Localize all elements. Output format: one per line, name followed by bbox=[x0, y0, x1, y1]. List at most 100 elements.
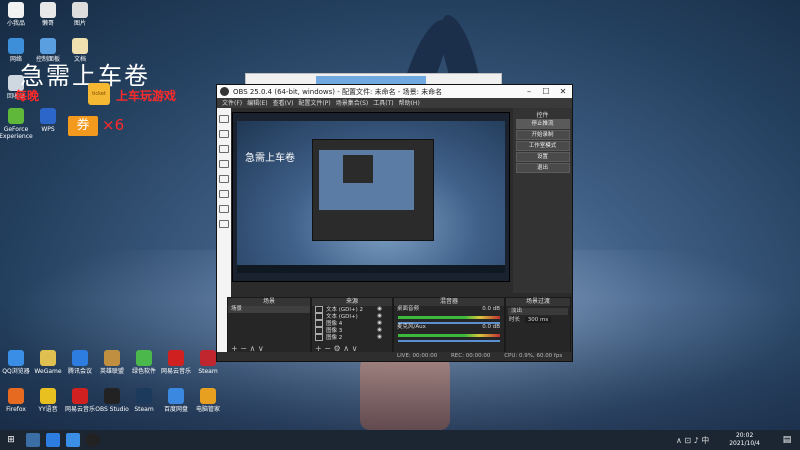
sidebar-icon[interactable] bbox=[219, 145, 229, 153]
source-type-icon bbox=[315, 320, 323, 327]
app-icon bbox=[72, 38, 88, 54]
preview-taskbar bbox=[237, 265, 505, 273]
clock-time: 20:02 bbox=[735, 432, 754, 439]
obs-status-bar: LIVE: 00:00:00 REC: 00:00:00 CPU: 0.9%, … bbox=[217, 352, 572, 361]
eye-icon[interactable]: ◉ bbox=[377, 306, 382, 313]
source-item[interactable]: 文本 (GDI+) 2 ◉ bbox=[312, 306, 392, 313]
desktop-icon-label: WPS bbox=[41, 126, 55, 133]
menu-item[interactable]: 编辑(E) bbox=[247, 99, 267, 109]
status-rec: REC: 00:00:00 bbox=[450, 353, 491, 359]
source-item[interactable]: 图像 3 ◉ bbox=[312, 327, 392, 334]
overlay-right-red: 上车玩游戏 bbox=[116, 89, 177, 103]
app-icon bbox=[136, 388, 152, 404]
app-icon bbox=[40, 350, 56, 366]
obs-logo-icon bbox=[220, 87, 229, 96]
ticket-badge: ticket bbox=[88, 83, 110, 105]
notification-icon[interactable]: ▤ bbox=[780, 433, 794, 447]
transitions-dock: 场景过渡 淡出 时长 300 ms bbox=[505, 297, 571, 354]
eye-icon[interactable]: ◉ bbox=[377, 327, 382, 334]
transition-type[interactable]: 淡出 bbox=[508, 308, 568, 315]
obs-title-bar[interactable]: OBS 25.0.4 (64-bit, windows) - 配置文件: 未命名… bbox=[217, 85, 572, 98]
obs-preview[interactable]: 急需上车卷 bbox=[232, 112, 510, 282]
eye-icon[interactable]: ◉ bbox=[377, 313, 382, 320]
app-icon bbox=[40, 38, 56, 54]
app-icon bbox=[200, 388, 216, 404]
source-item[interactable]: 图像 4 ◉ bbox=[312, 320, 392, 327]
obs-menu-bar: 文件(F) 编辑(E) 查看(V) 配置文件(P) 场景集合(S) 工具(T) 帮助(H) bbox=[217, 98, 572, 108]
app-icon bbox=[8, 108, 24, 124]
app-icon bbox=[40, 388, 56, 404]
menu-item[interactable]: 帮助(H) bbox=[399, 99, 420, 109]
sidebar-icon[interactable] bbox=[219, 160, 229, 168]
source-type-icon bbox=[315, 313, 323, 320]
app-icon bbox=[72, 388, 88, 404]
app-icon bbox=[72, 2, 88, 18]
menu-item[interactable]: 场景集合(S) bbox=[336, 99, 369, 109]
menu-item[interactable]: 配置文件(P) bbox=[298, 99, 330, 109]
desktop-icon[interactable]: WPS bbox=[26, 108, 70, 133]
app-icon bbox=[168, 350, 184, 366]
app-icon bbox=[168, 388, 184, 404]
taskbar-app-icon[interactable] bbox=[66, 433, 80, 447]
desktop-icon[interactable]: 电脑管家 bbox=[186, 388, 230, 413]
app-icon bbox=[104, 350, 120, 366]
eye-icon[interactable]: ◉ bbox=[377, 334, 382, 341]
sidebar-icon[interactable] bbox=[219, 175, 229, 183]
sidebar-icon[interactable] bbox=[219, 130, 229, 138]
scenes-dock: 场景 场景 + − ∧ ∨ bbox=[227, 297, 311, 354]
mixer-dock: 混音器 桌面音频 0.0 dB 麦克风/Aux 0.0 dB bbox=[393, 297, 505, 354]
clock-date: 2021/10/4 bbox=[729, 440, 760, 447]
source-type-icon bbox=[315, 334, 323, 341]
obs-window[interactable]: OBS 25.0.4 (64-bit, windows) - 配置文件: 未命名… bbox=[216, 84, 573, 362]
overlay-title: 急需上车卷 bbox=[20, 62, 150, 90]
menu-item[interactable]: 工具(T) bbox=[373, 99, 393, 109]
desktop-icon[interactable]: 图片 bbox=[58, 2, 102, 27]
app-icon bbox=[40, 2, 56, 18]
app-icon bbox=[136, 350, 152, 366]
source-item[interactable]: 图像 2 ◉ bbox=[312, 334, 392, 341]
taskbar-app-icon[interactable] bbox=[46, 433, 60, 447]
duration-input[interactable]: 300 ms bbox=[524, 317, 552, 323]
sources-dock: 来源 文本 (GDI+) 2 ◉ 文本 (GDI+) ◉ 图像 4 ◉ 图像 3 ◉ 图像 2 ◉… bbox=[311, 297, 393, 354]
sidebar-icon[interactable] bbox=[219, 190, 229, 198]
mixer-track-row: 麦克风/Aux 0.0 dB bbox=[394, 324, 504, 331]
track-name: 桌面音频 bbox=[397, 306, 420, 312]
scenes-header: 场景 bbox=[228, 298, 310, 306]
sidebar-icon[interactable] bbox=[219, 220, 229, 228]
tray-icons[interactable]: ∧ ⊡ ♪ 中 bbox=[676, 435, 709, 446]
control-button[interactable]: 停止推流 bbox=[515, 119, 570, 129]
coupon-badge: 券 bbox=[68, 116, 98, 136]
scene-item[interactable]: 场景 bbox=[228, 306, 310, 313]
taskbar-clock[interactable]: 20:02 2021/10/4 bbox=[729, 432, 760, 448]
taskbar-app-icon[interactable] bbox=[26, 433, 40, 447]
eye-icon[interactable]: ◉ bbox=[377, 320, 382, 327]
control-button[interactable]: 工作室模式 bbox=[515, 141, 570, 151]
volume-slider[interactable] bbox=[398, 340, 500, 342]
app-icon bbox=[8, 350, 24, 366]
mixer-track: 麦克风/Aux 0.0 dB bbox=[394, 324, 504, 342]
controls-header: 控件 bbox=[536, 112, 549, 119]
close-icon[interactable]: ✕ bbox=[556, 86, 570, 97]
control-button[interactable]: 设置 bbox=[515, 152, 570, 162]
maximize-icon[interactable]: ☐ bbox=[539, 86, 553, 97]
control-button[interactable]: 退出 bbox=[515, 163, 570, 173]
taskbar: ⊞ ∧ ⊡ ♪ 中 20:02 2021/10/4 ▤ bbox=[0, 430, 800, 450]
sources-header: 来源 bbox=[312, 298, 392, 306]
windows-start-icon[interactable]: ⊞ bbox=[4, 433, 18, 447]
control-button[interactable]: 开始录制 bbox=[515, 130, 570, 140]
sidebar-icon[interactable] bbox=[219, 205, 229, 213]
duration-label: 时长 bbox=[509, 317, 521, 323]
app-icon bbox=[8, 388, 24, 404]
sidebar-icon[interactable] bbox=[219, 115, 229, 123]
coupon-multiplier: ×6 bbox=[102, 116, 125, 134]
taskbar-obs-icon[interactable] bbox=[86, 433, 100, 447]
source-type-icon bbox=[315, 327, 323, 334]
menu-item[interactable]: 查看(V) bbox=[273, 99, 294, 109]
source-label: 图像 2 bbox=[326, 335, 343, 341]
app-icon bbox=[72, 350, 88, 366]
source-item[interactable]: 文本 (GDI+) ◉ bbox=[312, 313, 392, 320]
track-db: 0.0 dB bbox=[482, 324, 500, 330]
desktop-icon-label: Steam bbox=[198, 368, 218, 375]
app-icon bbox=[8, 38, 24, 54]
minimize-icon[interactable]: – bbox=[522, 86, 536, 97]
